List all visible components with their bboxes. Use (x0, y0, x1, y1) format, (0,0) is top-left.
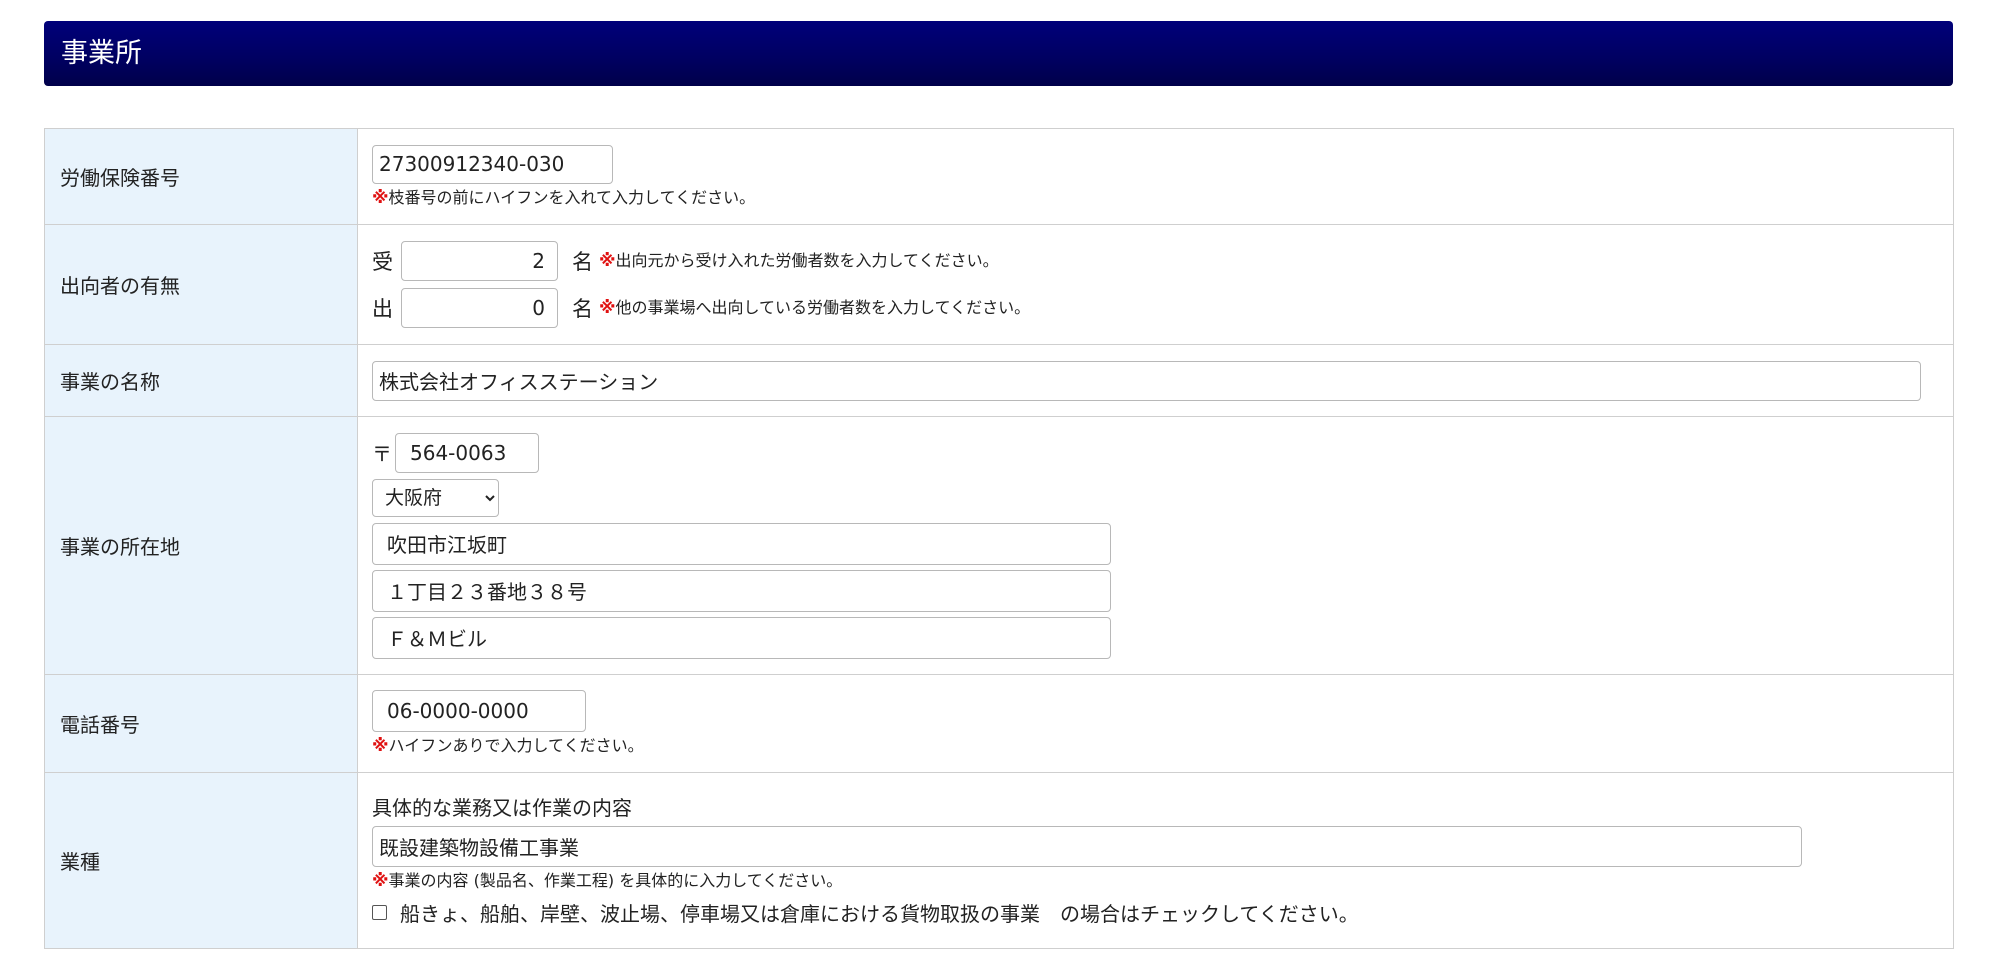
page: 事業所 労働保険番号 ※枝番号の前にハイフンを入れて入力してください。 出向者の… (0, 0, 1997, 970)
note-mark: ※ (372, 736, 389, 756)
row-secondment: 出向者の有無 受 名 ※出向元から受け入れた労働者数を入力してください。 出 名… (44, 224, 1954, 345)
address-line3-input[interactable] (372, 616, 1111, 659)
received-note: 出向元から受け入れた労働者数を入力してください。 (615, 251, 999, 270)
received-unit: 名 (572, 250, 593, 274)
labor-insurance-note: ※枝番号の前にハイフンを入れて入力してください。 (372, 187, 1939, 209)
row-industry: 業種 具体的な業務又は作業の内容 ※事業の内容 (製品名、作業工程) を具体的に… (44, 772, 1954, 949)
sent-line: 出 名 ※他の事業場へ出向している労働者数を入力してください。 (372, 288, 1939, 328)
address-line2-wrap (372, 569, 1939, 612)
postal-line: 〒 (372, 432, 1939, 473)
field-secondment: 受 名 ※出向元から受け入れた労働者数を入力してください。 出 名 ※他の事業場… (357, 224, 1954, 345)
section-title: 事業所 (44, 21, 1953, 86)
field-phone: ※ハイフンありで入力してください。 (357, 674, 1954, 773)
label-address: 事業の所在地 (44, 416, 358, 675)
row-phone: 電話番号 ※ハイフンありで入力してください。 (44, 674, 1954, 773)
cargo-handling-checkbox[interactable] (372, 905, 387, 920)
sent-count-input[interactable] (401, 288, 558, 328)
sent-note: 他の事業場へ出向している労働者数を入力してください。 (615, 298, 1031, 317)
industry-content-input[interactable] (372, 826, 1802, 867)
industry-note: ※事業の内容 (製品名、作業工程) を具体的に入力してください。 (372, 870, 1939, 892)
label-secondment: 出向者の有無 (44, 224, 358, 345)
received-count-input[interactable] (401, 241, 558, 281)
cargo-checkbox-label[interactable]: 船きょ、船舶、岸壁、波止場、停車場又は倉庫における貨物取扱の事業 の場合はチェッ… (400, 898, 1359, 927)
address-line2-input[interactable] (372, 569, 1111, 612)
label-labor-insurance-number: 労働保険番号 (44, 128, 358, 225)
row-address: 事業の所在地 〒 大阪府 (44, 416, 1954, 675)
industry-content-heading: 具体的な業務又は作業の内容 (372, 796, 632, 820)
note-mark: ※ (599, 298, 616, 318)
row-business-name: 事業の名称 (44, 344, 1954, 417)
received-line: 受 名 ※出向元から受け入れた労働者数を入力してください。 (372, 241, 1939, 281)
note-text: 枝番号の前にハイフンを入れて入力してください。 (388, 187, 756, 207)
phone-note: ※ハイフンありで入力してください。 (372, 735, 1939, 757)
phone-input[interactable] (372, 690, 586, 732)
address-line1-wrap (372, 522, 1939, 565)
note-text: 事業の内容 (製品名、作業工程) を具体的に入力してください。 (388, 871, 843, 890)
labor-insurance-number-input[interactable] (372, 144, 613, 184)
postal-code-input[interactable] (395, 432, 539, 473)
field-business-name (357, 344, 1954, 417)
row-labor-insurance-number: 労働保険番号 ※枝番号の前にハイフンを入れて入力してください。 (44, 128, 1954, 225)
cargo-checkbox-line[interactable]: 船きょ、船舶、岸壁、波止場、停車場又は倉庫における貨物取扱の事業 の場合はチェッ… (372, 898, 1939, 927)
sent-unit: 名 (572, 297, 593, 321)
postal-mark: 〒 (372, 442, 392, 466)
note-mark: ※ (372, 187, 389, 208)
office-form-table: 労働保険番号 ※枝番号の前にハイフンを入れて入力してください。 出向者の有無 受… (44, 128, 1954, 949)
sent-prefix: 出 (372, 297, 393, 321)
label-industry: 業種 (44, 772, 358, 949)
field-address: 〒 大阪府 (357, 416, 1954, 675)
address-line3-wrap (372, 616, 1939, 659)
prefecture-select[interactable]: 大阪府 (372, 478, 499, 517)
label-phone: 電話番号 (44, 674, 358, 773)
received-prefix: 受 (372, 250, 393, 274)
business-name-input[interactable] (372, 360, 1921, 401)
label-business-name: 事業の名称 (44, 344, 358, 417)
field-industry: 具体的な業務又は作業の内容 ※事業の内容 (製品名、作業工程) を具体的に入力し… (357, 772, 1954, 949)
prefecture-line: 大阪府 (372, 478, 1939, 517)
field-labor-insurance-number: ※枝番号の前にハイフンを入れて入力してください。 (357, 128, 1954, 225)
address-line1-input[interactable] (372, 522, 1111, 565)
note-mark: ※ (599, 251, 616, 271)
note-text: ハイフンありで入力してください。 (388, 736, 644, 755)
note-mark: ※ (372, 871, 389, 891)
